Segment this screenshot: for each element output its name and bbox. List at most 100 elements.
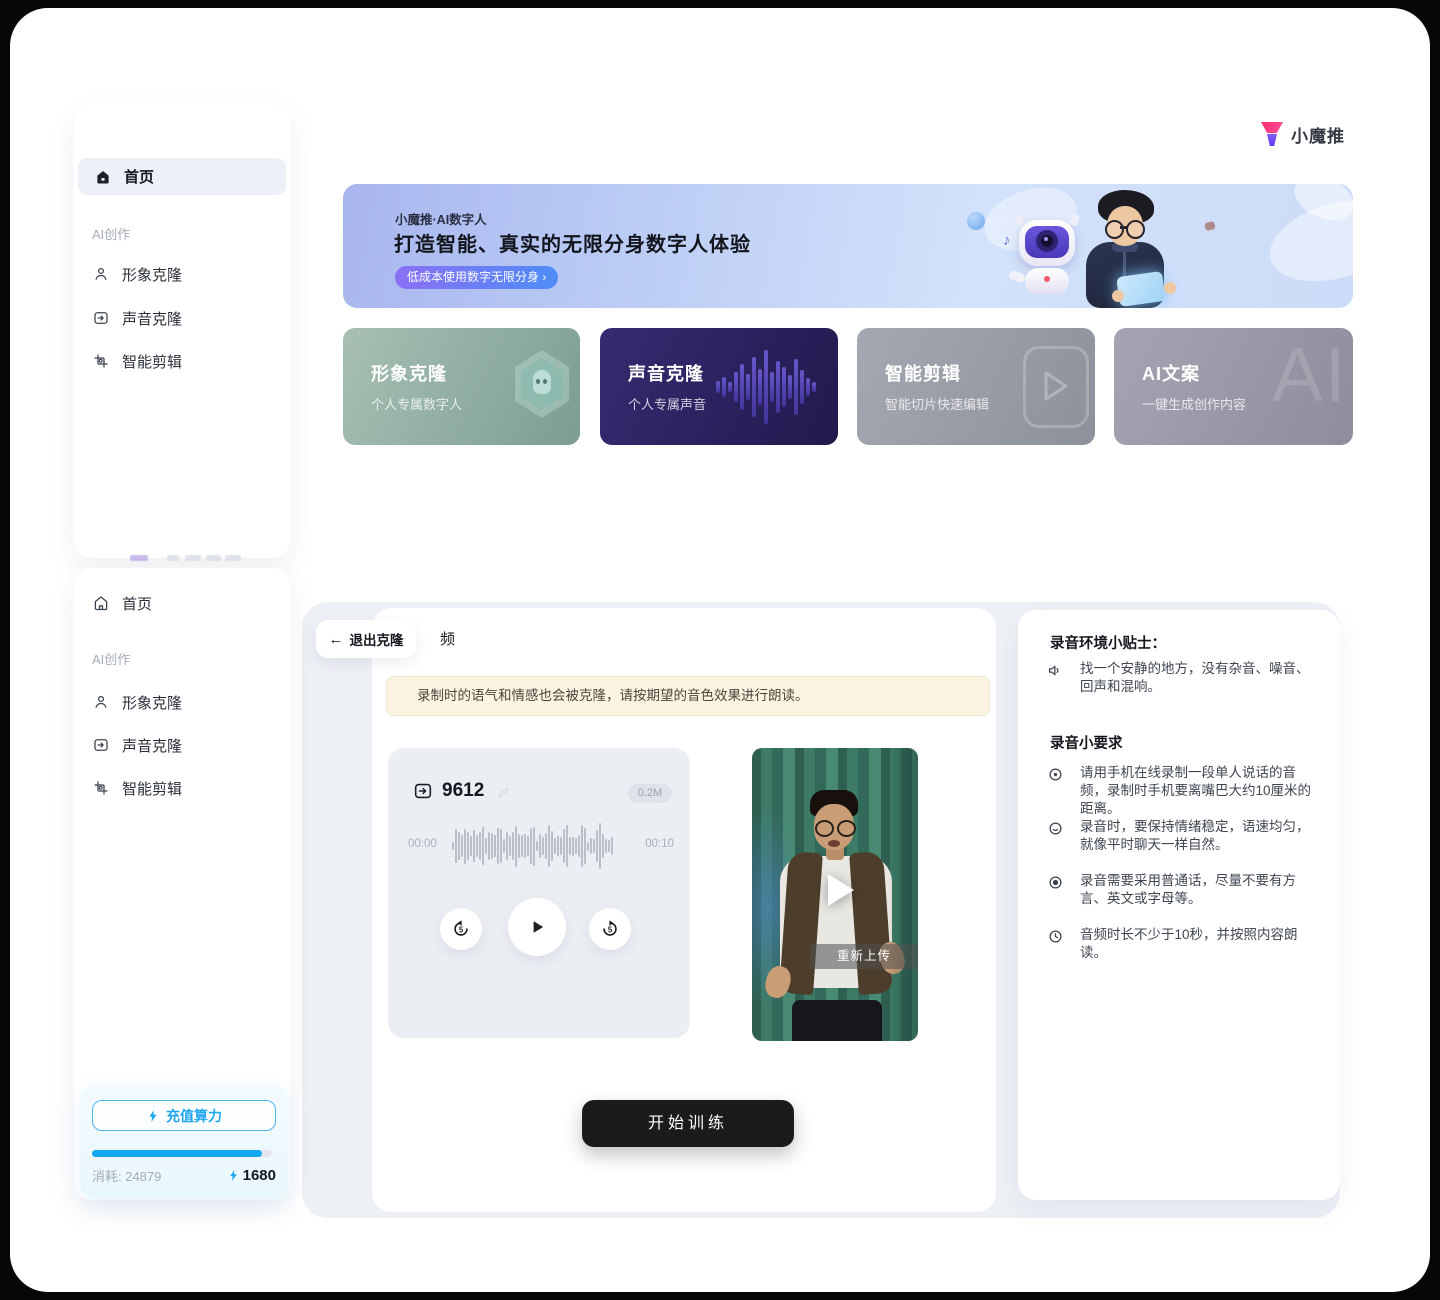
recharge-button[interactable]: 充值算力 (92, 1100, 276, 1131)
sidebar-item-label: 首页 (122, 593, 152, 614)
speaker-icon (1046, 661, 1065, 680)
compute-credit-card: 充值算力 消耗: 24879 1680 (80, 1084, 288, 1198)
home-icon (94, 168, 112, 186)
card-title: AI文案 (1142, 360, 1200, 386)
credit-progress-fill (92, 1150, 262, 1157)
banner-cta-button[interactable]: 低成本使用数字无限分身 › (395, 266, 558, 289)
sidebar-item-label: 声音克隆 (122, 735, 182, 756)
video-play-icon[interactable] (828, 874, 854, 906)
clock-icon (1046, 927, 1065, 946)
play-icon (525, 915, 549, 939)
req-tip-item: 录音需要采用普通话，尽量不要有方言、英文或字母等。 (1046, 872, 1318, 908)
sidebar-item-home[interactable]: 首页 (92, 592, 152, 614)
sidebar-item-label: 首页 (124, 166, 154, 187)
sidebar-item-avatar-clone[interactable]: 形象克隆 (92, 263, 182, 285)
sidebar-item-voice-clone[interactable]: 声音克隆 (92, 734, 182, 756)
app-window: 小魔推 首页 AI创作 形象克隆 声音克隆 智能剪辑 ♪ (10, 8, 1430, 1292)
target-icon (1046, 765, 1065, 784)
crop-icon (92, 779, 110, 797)
feature-card-voice-clone[interactable]: 声音克隆 个人专属声音 (600, 328, 838, 445)
feature-card-ai-copywriting[interactable]: AI AI文案 一键生成创作内容 (1114, 328, 1353, 445)
video-preview[interactable]: 重新上传 (752, 748, 918, 1041)
home-icon (92, 594, 110, 612)
sidebar-item-home[interactable]: 首页 (78, 158, 286, 195)
reupload-overlay-button[interactable]: 重新上传 (810, 944, 918, 969)
hero-banner: ♪ 小魔推·AI数字人 打造智能、真实的无限分身数字人体验 低成本使用数字无限分… (343, 184, 1353, 308)
banner-sphere (967, 212, 985, 230)
sidebar-item-voice-clone[interactable]: 声音克隆 (92, 307, 182, 329)
sidebar-section-label: AI创作 (92, 649, 130, 668)
audio-waveform (452, 822, 622, 870)
env-tips-title: 录音环境小贴士： (1050, 632, 1166, 653)
clipped-text-artifact (130, 555, 148, 561)
banner-speck (1204, 221, 1216, 231)
env-tip-item: 找一个安静的地方，没有杂音、噪音、回声和混响。 (1046, 660, 1318, 696)
boy-illustration (1078, 190, 1188, 308)
audio-file-name: 9612 (442, 780, 484, 802)
brand-logo-icon (1261, 121, 1283, 147)
recording-notice-banner: 录制时的语气和情感也会被克隆，请按期望的音色效果进行朗读。 (386, 676, 990, 716)
rewind-icon: 5 (450, 918, 472, 940)
brand-name: 小魔推 (1291, 122, 1345, 147)
card-title: 智能剪辑 (885, 360, 961, 386)
time-start: 00:00 (408, 838, 437, 850)
sidebar-item-label: 形象克隆 (122, 692, 182, 713)
req-tip-item: 录音时，要保持情绪稳定，语速均匀，就像平时聊天一样自然。 (1046, 818, 1318, 854)
emotion-icon (1046, 819, 1065, 838)
edit-pencil-icon[interactable] (496, 784, 512, 800)
sidebar-item-avatar-clone[interactable]: 形象克隆 (92, 691, 182, 713)
card-title: 声音克隆 (628, 360, 704, 386)
rewind-5s-button[interactable]: 5 (440, 908, 482, 950)
back-arrow-icon: ← (329, 631, 344, 648)
voice-file-icon (412, 780, 434, 802)
person-icon (92, 693, 110, 711)
svg-text:5: 5 (459, 925, 464, 934)
balance-value: 1680 (227, 1167, 276, 1184)
bolt-icon (146, 1109, 160, 1123)
audio-player-card: 9612 0.2M 00:00 00:10 5 5 (388, 748, 690, 1038)
forward-icon: 5 (599, 918, 621, 940)
banner-eyebrow: 小魔推·AI数字人 (395, 209, 487, 228)
ai-watermark: AI (1272, 332, 1348, 419)
sidebar-item-label: 智能剪辑 (122, 778, 182, 799)
svg-text:5: 5 (608, 925, 613, 934)
record-icon (1046, 873, 1065, 892)
time-end: 00:10 (645, 838, 674, 850)
file-size-badge: 0.2M (628, 784, 672, 803)
play-button[interactable] (508, 898, 566, 956)
bolt-icon (227, 1169, 240, 1182)
brand-logo: 小魔推 (1261, 121, 1345, 147)
card-subtitle: 个人专属声音 (628, 394, 706, 413)
sidebar-item-label: 智能剪辑 (122, 351, 182, 372)
person-icon (92, 265, 110, 283)
forward-5s-button[interactable]: 5 (589, 908, 631, 950)
sidebar-section-label: AI创作 (92, 224, 130, 243)
exit-clone-label: 退出克隆 (350, 629, 404, 649)
exit-clone-button[interactable]: ← 退出克隆 (316, 620, 416, 658)
music-note-icon: ♪ (1003, 232, 1011, 249)
card-title: 形象克隆 (371, 360, 447, 386)
clipped-page-title: 频 (440, 628, 455, 649)
sidebar-item-label: 形象克隆 (122, 264, 182, 285)
sidebar-item-smart-edit[interactable]: 智能剪辑 (92, 350, 182, 372)
consumed-label: 消耗: 24879 (92, 1166, 161, 1185)
start-training-button[interactable]: 开始训练 (582, 1100, 794, 1147)
card-subtitle: 智能切片快速编辑 (885, 394, 989, 413)
voice-icon (92, 309, 110, 327)
play-square-icon (1023, 346, 1089, 428)
waveform-icon (716, 344, 828, 430)
credit-stats-row: 消耗: 24879 1680 (92, 1166, 276, 1185)
feature-card-smart-edit[interactable]: 智能剪辑 智能切片快速编辑 (857, 328, 1095, 445)
card-subtitle: 一键生成创作内容 (1142, 394, 1246, 413)
crop-icon (92, 352, 110, 370)
sidebar-item-label: 声音克隆 (122, 308, 182, 329)
voice-icon (92, 736, 110, 754)
screenshot-stage: 小魔推 首页 AI创作 形象克隆 声音克隆 智能剪辑 ♪ (0, 0, 1440, 1300)
recharge-button-label: 充值算力 (166, 1106, 222, 1126)
credit-progress-bar (92, 1150, 272, 1157)
req-tips-title: 录音小要求 (1050, 732, 1123, 753)
banner-headline: 打造智能、真实的无限分身数字人体验 (394, 228, 751, 257)
feature-card-avatar-clone[interactable]: 形象克隆 个人专属数字人 (343, 328, 580, 445)
robot-illustration (1011, 206, 1085, 306)
sidebar-item-smart-edit[interactable]: 智能剪辑 (92, 777, 182, 799)
